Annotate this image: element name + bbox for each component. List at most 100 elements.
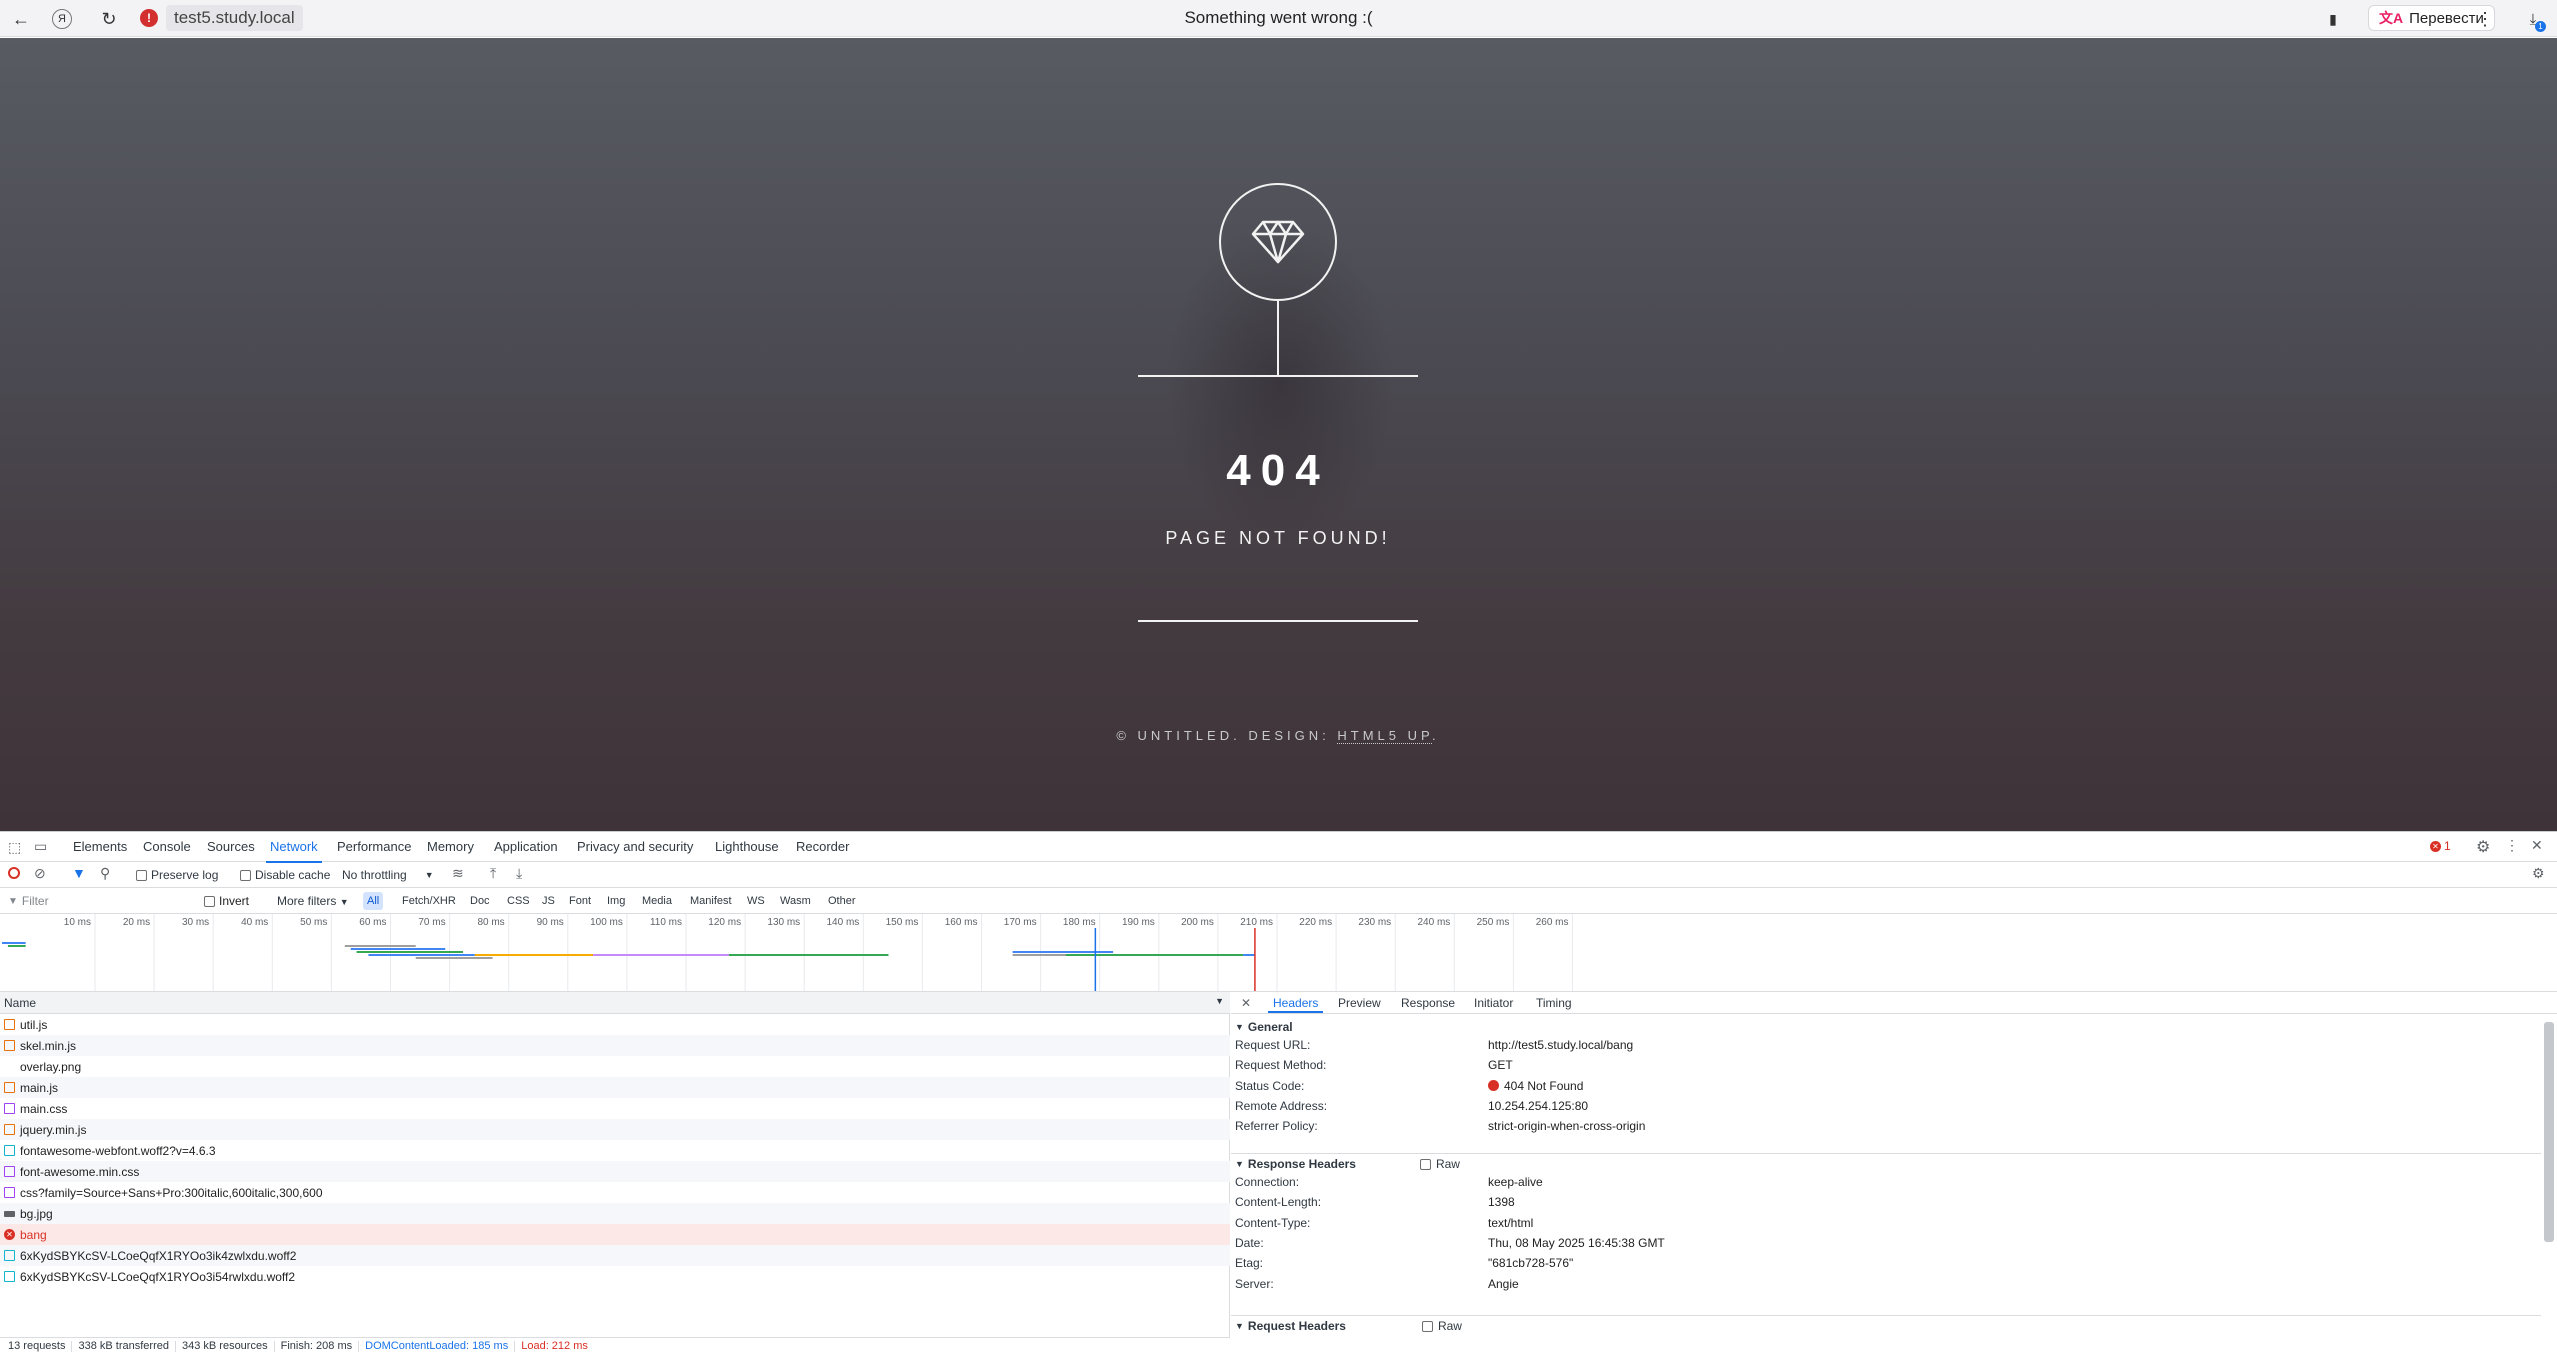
table-row[interactable]: font-awesome.min.css (0, 1161, 1230, 1182)
header-field: Date: Thu, 08 May 2025 16:45:38 GMT (1235, 1233, 2535, 1253)
requests-header[interactable]: Name ▼ (0, 992, 1230, 1014)
preserve-log-label: Preserve log (151, 868, 219, 882)
header-field: Connection: keep-alive (1235, 1172, 2535, 1192)
request-headers-title: Request Headers (1247, 1319, 1346, 1333)
chip-js[interactable]: JS (538, 892, 559, 910)
network-settings-icon[interactable]: ⚙ (2532, 865, 2545, 882)
tab-preview[interactable]: Preview (1338, 996, 1381, 1010)
request-headers-section[interactable]: ▼ Request Headers Raw (1231, 1315, 2541, 1336)
search-icon[interactable]: ⚲ (100, 865, 110, 882)
header-value-text[interactable]: 404 Not Found (1504, 1079, 1583, 1093)
close-details-icon[interactable]: ✕ (1241, 996, 1251, 1010)
preserve-log-checkbox[interactable]: Preserve log (136, 868, 218, 882)
chip-doc[interactable]: Doc (466, 892, 494, 910)
header-value: Thu, 08 May 2025 16:45:38 GMT (1488, 1236, 1665, 1250)
tab-lighthouse[interactable]: Lighthouse (715, 839, 779, 854)
clear-icon[interactable]: ⊘ (34, 865, 46, 882)
more-filters-dropdown[interactable]: More filters ▼ (277, 894, 349, 908)
chip-all[interactable]: All (363, 892, 384, 910)
table-row[interactable]: css?family=Source+Sans+Pro:300italic,600… (0, 1182, 1230, 1203)
table-row[interactable]: ✕ bang (0, 1224, 1230, 1245)
tab-headers[interactable]: Headers (1267, 996, 1324, 1013)
header-value-text[interactable]: strict-origin-when-cross-origin (1488, 1119, 1645, 1133)
invert-checkbox[interactable]: Invert (204, 894, 249, 908)
chip-media[interactable]: Media (638, 892, 676, 910)
tab-memory[interactable]: Memory (427, 839, 474, 854)
header-value-text[interactable]: keep-alive (1488, 1175, 1543, 1189)
chip-ws[interactable]: WS (743, 892, 769, 910)
table-row[interactable]: fontawesome-webfont.woff2?v=4.6.3 (0, 1140, 1230, 1161)
chip-wasm[interactable]: Wasm (776, 892, 815, 910)
general-section[interactable]: ▼ General (1231, 1016, 2541, 1037)
table-row[interactable]: 6xKydSBYKcSV-LCoeQqfX1RYOo3ik4zwlxdu.wof… (0, 1245, 1230, 1266)
throttling-select[interactable]: No throttling ▼ (342, 868, 434, 882)
chip-fetch-xhr[interactable]: Fetch/XHR (398, 892, 460, 910)
devtools-tabbar: ⬚ ▭ Elements Console Sources Network Per… (0, 832, 2557, 863)
chip-manifest[interactable]: Manifest (686, 892, 736, 910)
chip-css[interactable]: CSS (503, 892, 534, 910)
tab-response[interactable]: Response (1401, 996, 1455, 1010)
tab-console[interactable]: Console (143, 839, 191, 854)
tab-initiator[interactable]: Initiator (1474, 996, 1513, 1010)
export-har-icon[interactable]: ⤓ (516, 865, 522, 882)
menu-icon[interactable]: ⋮ (2472, 6, 2498, 32)
response-raw-checkbox[interactable]: Raw (1419, 1157, 1460, 1171)
bookmark-icon[interactable]: ▮ (2320, 6, 2346, 32)
tab-timing[interactable]: Timing (1536, 996, 1572, 1010)
tab-elements[interactable]: Elements (73, 839, 127, 854)
header-value-text[interactable]: 1398 (1488, 1195, 1515, 1209)
tab-performance[interactable]: Performance (337, 839, 411, 854)
table-row[interactable]: main.css (0, 1098, 1230, 1119)
tab-sources[interactable]: Sources (207, 839, 255, 854)
header-key: Content-Type: (1235, 1215, 1311, 1230)
reload-icon[interactable]: ↻ (96, 6, 122, 32)
url-text[interactable]: test5.study.local (166, 5, 303, 31)
column-menu-icon[interactable]: ▼ (1215, 996, 1224, 1006)
import-har-icon[interactable]: ⤒ (490, 865, 496, 882)
chip-img[interactable]: Img (603, 892, 629, 910)
table-row[interactable]: 6xKydSBYKcSV-LCoeQqfX1RYOo3i54rwlxdu.wof… (0, 1266, 1230, 1287)
footer-link[interactable]: HTML5 UP (1337, 728, 1433, 744)
header-value-text[interactable]: Angie (1488, 1277, 1519, 1291)
details-scrollbar[interactable] (2544, 1022, 2554, 1242)
wifi-conditions-icon[interactable]: ≋ (452, 865, 464, 882)
disable-cache-checkbox[interactable]: Disable cache (240, 868, 330, 882)
table-row[interactable]: skel.min.js (0, 1035, 1230, 1056)
header-key: Remote Address: (1235, 1098, 1328, 1113)
record-icon[interactable] (8, 867, 20, 879)
header-value-text[interactable]: 10.254.254.125:80 (1488, 1099, 1588, 1113)
table-row[interactable]: jquery.min.js (0, 1119, 1230, 1140)
table-row[interactable]: overlay.png (0, 1056, 1230, 1077)
close-devtools-icon[interactable]: ✕ (2531, 837, 2543, 854)
table-row[interactable]: main.js (0, 1077, 1230, 1098)
header-value-text[interactable]: GET (1488, 1058, 1513, 1072)
header-value-text[interactable]: "681cb728-576" (1488, 1256, 1573, 1270)
download-icon[interactable]: ⤓ 1 (2520, 6, 2546, 32)
inspect-icon[interactable]: ⬚ (8, 839, 21, 856)
yandex-icon[interactable]: Я (52, 9, 72, 29)
back-icon[interactable]: ← (8, 6, 34, 32)
table-row[interactable]: util.js (0, 1014, 1230, 1035)
device-toolbar-icon[interactable]: ▭ (34, 838, 47, 855)
table-row[interactable]: bg.jpg (0, 1203, 1230, 1224)
request-raw-checkbox[interactable]: Raw (1421, 1319, 1462, 1333)
tab-privacy[interactable]: Privacy and security (577, 839, 693, 854)
network-overview-timeline[interactable]: 10 ms 20 ms 30 ms 40 ms 50 ms 60 ms 70 ms 80 ms… (0, 914, 2557, 992)
header-value-text[interactable]: Thu, 08 May 2025 16:45:38 GMT (1488, 1236, 1665, 1250)
tab-application[interactable]: Application (494, 839, 558, 854)
tab-recorder[interactable]: Recorder (796, 839, 849, 854)
filter-icon[interactable]: ▼ (72, 865, 86, 881)
error-counter[interactable]: ✕ 1 (2430, 839, 2451, 853)
header-value-text[interactable]: http://test5.study.local/bang (1488, 1038, 1633, 1052)
chip-other[interactable]: Other (824, 892, 860, 910)
chip-font[interactable]: Font (565, 892, 595, 910)
more-icon[interactable]: ⋮ (2505, 837, 2519, 854)
settings-gear-icon[interactable]: ⚙ (2476, 837, 2490, 857)
header-value-text[interactable]: text/html (1488, 1216, 1533, 1230)
response-headers-section[interactable]: ▼ Response Headers Raw (1231, 1153, 2541, 1174)
address-bar[interactable]: ! test5.study.local (140, 5, 303, 31)
chevron-down-icon: ▼ (424, 870, 434, 880)
tab-network[interactable]: Network (266, 839, 322, 863)
timeline-tick-label: 230 ms (1358, 917, 1391, 928)
filter-input[interactable]: ▼ Filter (8, 892, 188, 910)
